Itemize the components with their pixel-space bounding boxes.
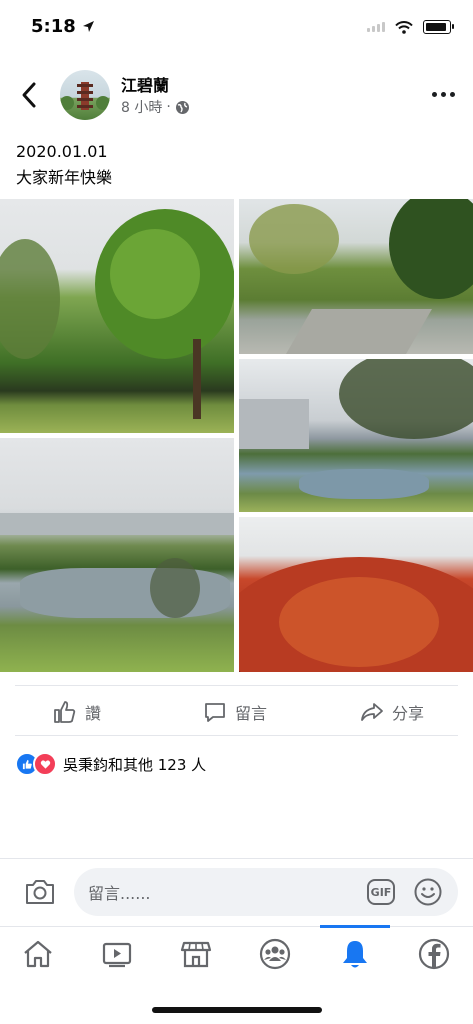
share-button[interactable]: 分享 xyxy=(360,700,424,724)
comment-bubble-icon xyxy=(205,703,225,722)
post-meta: 8 小時 · xyxy=(121,97,190,117)
marketplace-tab[interactable] xyxy=(178,936,214,972)
photo-tree-1[interactable] xyxy=(0,199,234,433)
divider xyxy=(15,735,458,736)
cellular-signal-icon xyxy=(367,22,385,32)
divider xyxy=(15,685,458,686)
groups-icon xyxy=(259,938,291,970)
share-arrow-icon xyxy=(361,703,383,721)
facebook-icon xyxy=(418,938,450,970)
gif-button[interactable]: GIF xyxy=(367,879,395,905)
status-indicators xyxy=(367,20,454,34)
camera-icon xyxy=(26,880,54,904)
home-icon xyxy=(24,940,52,968)
wifi-icon xyxy=(395,20,413,34)
thumbs-up-icon xyxy=(54,701,76,723)
more-dot xyxy=(441,92,446,97)
watch-tab[interactable] xyxy=(99,936,135,972)
photo-path[interactable] xyxy=(239,199,473,354)
like-button[interactable]: 讚 xyxy=(53,700,101,724)
meta-separator: · xyxy=(166,99,171,115)
comment-label: 留言 xyxy=(235,704,268,723)
store-icon xyxy=(180,941,212,968)
camera-button[interactable] xyxy=(24,877,56,911)
menu-tab[interactable] xyxy=(416,936,452,972)
like-label: 讚 xyxy=(85,704,102,723)
battery-icon xyxy=(423,20,454,34)
location-arrow-icon xyxy=(83,21,95,32)
gif-label: GIF xyxy=(370,885,392,899)
home-tab[interactable] xyxy=(20,936,56,972)
bell-icon xyxy=(343,941,367,968)
author-avatar[interactable] xyxy=(60,70,110,120)
more-dot xyxy=(432,92,437,97)
share-label: 分享 xyxy=(392,704,425,723)
photo-pond-buildings[interactable] xyxy=(239,359,473,512)
comment-input[interactable]: 留言...... xyxy=(74,868,458,916)
photo-red-shrub[interactable] xyxy=(239,517,473,672)
status-time: 5:18 xyxy=(31,16,95,37)
comment-placeholder: 留言...... xyxy=(88,884,151,903)
reactions-text: 吳秉鈞和其他 123 人 xyxy=(63,755,207,774)
active-tab-indicator xyxy=(320,925,390,928)
smiley-icon xyxy=(414,878,442,906)
back-button[interactable] xyxy=(18,80,40,114)
more-dot xyxy=(450,92,455,97)
groups-tab[interactable] xyxy=(257,936,293,972)
chevron-left-icon xyxy=(22,82,36,108)
love-reaction-icon xyxy=(33,752,57,776)
bottom-tab-bar xyxy=(0,926,473,987)
globe-icon[interactable] xyxy=(175,100,190,115)
more-options-button[interactable] xyxy=(432,92,455,97)
post-date-line: 2020.01.01 xyxy=(16,142,108,161)
home-indicator xyxy=(152,1007,322,1013)
comment-button[interactable]: 留言 xyxy=(203,700,267,724)
post-time: 8 小時 xyxy=(121,100,163,116)
emoji-button[interactable] xyxy=(413,877,443,911)
reactions-summary[interactable]: 吳秉鈞和其他 123 人 xyxy=(15,752,206,776)
author-name[interactable]: 江碧蘭 xyxy=(121,72,169,96)
video-icon xyxy=(102,942,132,968)
notifications-tab[interactable] xyxy=(337,936,373,972)
pagoda-image xyxy=(60,82,110,110)
photo-lake[interactable] xyxy=(0,438,234,672)
post-message: 大家新年快樂 xyxy=(16,168,113,187)
